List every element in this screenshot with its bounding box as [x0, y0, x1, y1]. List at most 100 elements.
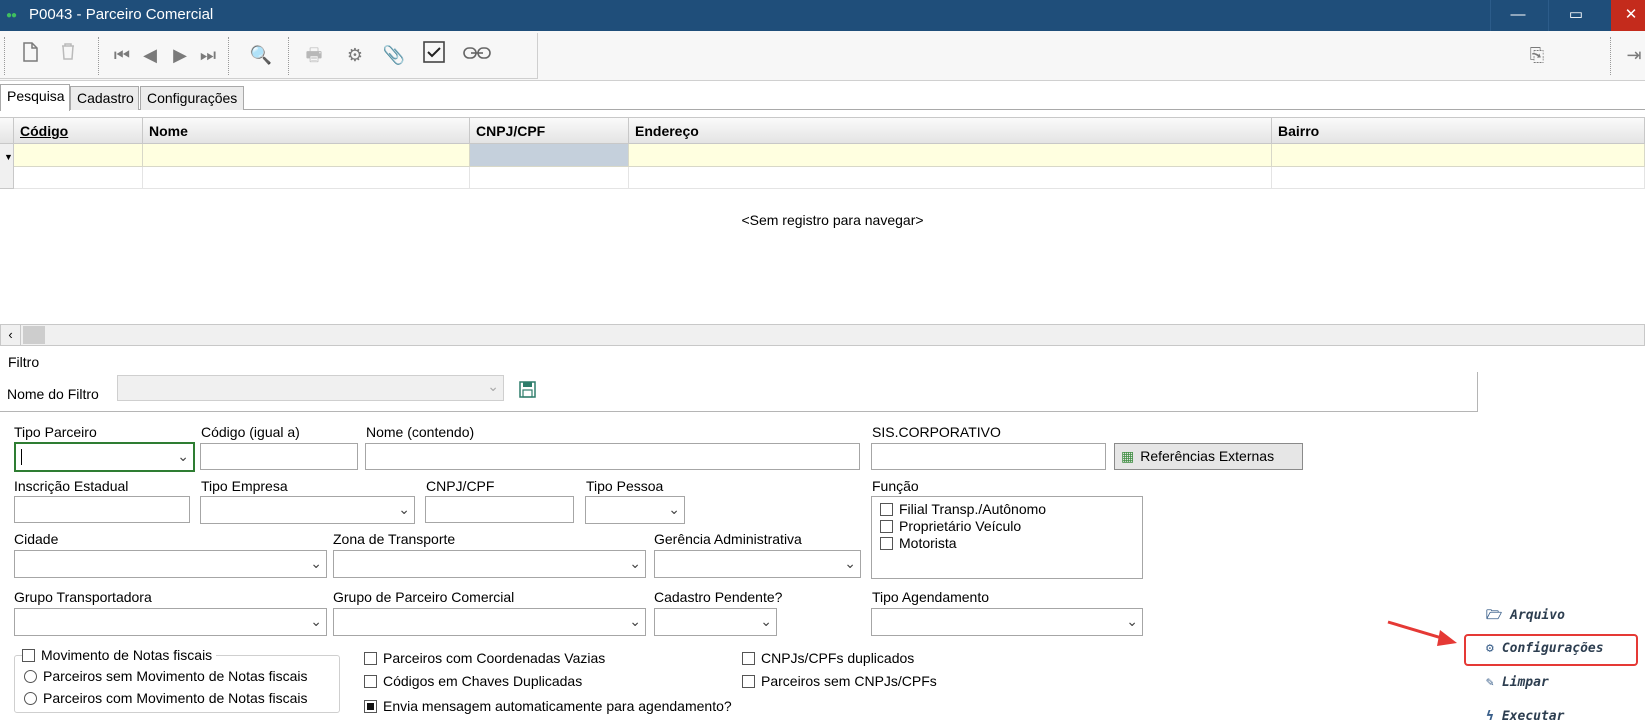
funcao-option-proprietario[interactable]: Proprietário Veículo — [880, 518, 1021, 534]
delete-icon[interactable] — [54, 41, 82, 69]
cnpj-cpf-input[interactable] — [425, 496, 574, 523]
zona-transporte-select[interactable]: ⌄ — [333, 550, 646, 578]
checkbox[interactable] — [880, 537, 893, 550]
column-header-codigo[interactable]: Código — [14, 117, 143, 144]
gear-icon[interactable]: ⚙ — [341, 41, 369, 69]
tipo-parceiro-select[interactable]: ⌄ — [14, 442, 195, 472]
check-envia-mensagem[interactable]: Envia mensagem automaticamente para agen… — [364, 698, 732, 714]
checkbox[interactable] — [22, 649, 35, 662]
toolbar-separator — [1610, 37, 1611, 75]
grid-cell — [470, 167, 629, 189]
print-icon[interactable]: 🖶 — [300, 41, 328, 69]
tipo-pessoa-select[interactable]: ⌄ — [585, 496, 685, 524]
limpar-action[interactable]: ✎ Limpar — [1486, 675, 1549, 690]
nome-label: Nome (contendo) — [366, 424, 475, 440]
close-button[interactable]: ✕ — [1611, 0, 1645, 31]
tipo-empresa-select[interactable]: ⌄ — [200, 496, 415, 524]
checkbox[interactable] — [364, 700, 377, 713]
toolbar-separator — [228, 37, 229, 75]
arquivo-action[interactable]: 🗁 Arquivo — [1486, 606, 1565, 628]
check-sem-cnpj[interactable]: Parceiros sem CNPJs/CPFs — [742, 673, 937, 689]
attachment-icon[interactable]: 📎 — [380, 41, 408, 69]
sis-corporativo-input[interactable] — [871, 443, 1106, 470]
export-icon[interactable]: ⎘ — [1522, 41, 1552, 69]
chevron-down-icon: ⌄ — [668, 501, 680, 517]
scrollbar-thumb[interactable] — [23, 326, 45, 344]
toolbar-separator — [98, 37, 99, 75]
nome-input[interactable] — [365, 443, 860, 470]
filter-cell-bairro[interactable] — [1272, 144, 1645, 167]
external-references-icon: ▦ — [1121, 448, 1135, 464]
app-status-icon: ●● — [6, 10, 17, 21]
column-header-cnpj[interactable]: CNPJ/CPF — [470, 117, 629, 144]
current-row-indicator: ▼ — [0, 144, 14, 167]
grupo-parceiro-label: Grupo de Parceiro Comercial — [333, 589, 515, 605]
horizontal-scrollbar[interactable]: ‹ — [0, 324, 1645, 346]
filter-cell-cnpj[interactable] — [470, 144, 629, 167]
configuracoes-action[interactable]: ⚙ Configurações — [1486, 641, 1604, 656]
toolbar: ⏮ ◀ ▶ ⏭ 🔍 🖶 ⚙ 📎 ⎘ ⇥ — [0, 31, 1645, 81]
check-cnpjs-duplicados[interactable]: CNPJs/CPFs duplicados — [742, 650, 914, 666]
tab-configuracoes[interactable]: Configurações — [140, 86, 244, 110]
checkbox[interactable] — [364, 675, 377, 688]
referencias-externas-button[interactable]: ▦ Referências Externas — [1114, 443, 1303, 470]
executar-action[interactable]: ϟ Executar — [1486, 709, 1564, 724]
exit-icon[interactable]: ⇥ — [1620, 41, 1645, 69]
minimize-button[interactable]: — — [1490, 0, 1545, 31]
filter-name-label: Nome do Filtro — [7, 386, 99, 402]
cidade-select[interactable]: ⌄ — [14, 550, 327, 578]
inscricao-input[interactable] — [14, 496, 190, 523]
tab-bar: Pesquisa Cadastro Configurações — [0, 84, 1645, 111]
gerencia-select[interactable]: ⌄ — [654, 550, 861, 578]
search-record-icon[interactable]: 🔍 — [244, 41, 278, 69]
radio-button[interactable] — [24, 670, 37, 683]
scroll-left-arrow-icon[interactable]: ‹ — [1, 325, 21, 345]
codigo-input[interactable] — [200, 443, 358, 470]
tab-pesquisa[interactable]: Pesquisa — [0, 84, 70, 111]
previous-record-icon[interactable]: ◀ — [136, 41, 164, 69]
grupo-parceiro-select[interactable]: ⌄ — [333, 608, 646, 636]
grupo-transportadora-select[interactable]: ⌄ — [14, 608, 327, 636]
grid-cell — [1272, 167, 1645, 189]
movimento-option-sem[interactable]: Parceiros sem Movimento de Notas fiscais — [24, 668, 308, 684]
maximize-button[interactable]: ▭ — [1548, 0, 1603, 31]
column-header-bairro[interactable]: Bairro — [1272, 117, 1645, 144]
movimento-option-com[interactable]: Parceiros com Movimento de Notas fiscais — [24, 690, 308, 706]
new-document-icon[interactable] — [16, 41, 44, 69]
gerencia-label: Gerência Administrativa — [654, 531, 802, 547]
check-coordenadas-vazias[interactable]: Parceiros com Coordenadas Vazias — [364, 650, 605, 666]
last-record-icon[interactable]: ⏭ — [194, 41, 222, 69]
save-filter-icon[interactable] — [519, 381, 536, 403]
radio-button[interactable] — [24, 692, 37, 705]
chevron-down-icon: ⌄ — [844, 555, 856, 571]
tipo-agendamento-select[interactable]: ⌄ — [871, 608, 1143, 636]
checkbox[interactable] — [880, 520, 893, 533]
checkbox[interactable] — [364, 652, 377, 665]
movimento-checkbox[interactable]: Movimento de Notas fiscais — [22, 647, 217, 663]
tab-cadastro[interactable]: Cadastro — [70, 86, 139, 110]
next-record-icon[interactable]: ▶ — [166, 41, 194, 69]
checkbox[interactable] — [880, 503, 893, 516]
filter-cell-codigo[interactable] — [14, 144, 143, 167]
first-record-icon[interactable]: ⏮ — [108, 41, 136, 69]
funcao-option-filial[interactable]: Filial Transp./Autônomo — [880, 501, 1046, 517]
tipo-parceiro-label: Tipo Parceiro — [14, 424, 97, 440]
column-header-nome[interactable]: Nome — [143, 117, 470, 144]
checklist-icon[interactable] — [420, 41, 448, 69]
check-chaves-duplicadas[interactable]: Códigos em Chaves Duplicadas — [364, 673, 582, 689]
grid-cell — [143, 167, 470, 189]
column-header-endereco[interactable]: Endereço — [629, 117, 1272, 144]
text-caret — [21, 449, 22, 465]
checkbox[interactable] — [742, 675, 755, 688]
link-icon[interactable] — [460, 41, 494, 69]
cnpj-cpf-label: CNPJ/CPF — [426, 478, 495, 494]
filter-name-select[interactable]: ⌄ — [117, 375, 504, 401]
checkbox[interactable] — [742, 652, 755, 665]
empty-grid-message: <Sem registro para navegar> — [741, 212, 924, 228]
cadastro-pendente-label: Cadastro Pendente? — [654, 589, 783, 605]
filter-cell-endereco[interactable] — [629, 144, 1272, 167]
sis-corporativo-label: SIS.CORPORATIVO — [872, 424, 1001, 440]
filter-cell-nome[interactable] — [143, 144, 470, 167]
funcao-option-motorista[interactable]: Motorista — [880, 535, 957, 551]
cadastro-pendente-select[interactable]: ⌄ — [654, 608, 777, 636]
